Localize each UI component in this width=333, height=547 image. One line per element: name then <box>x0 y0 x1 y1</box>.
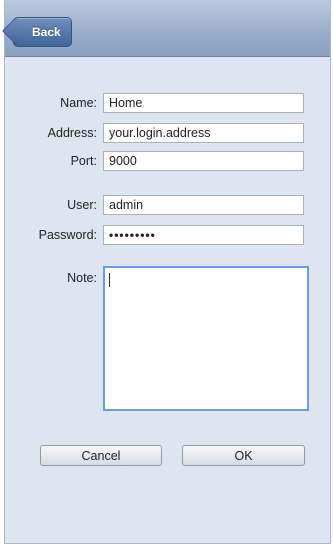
user-label: User: <box>67 198 97 212</box>
note-textarea[interactable] <box>103 266 309 411</box>
note-label: Note: <box>67 271 97 285</box>
port-field[interactable]: 9000 <box>103 151 304 171</box>
name-field[interactable]: Home <box>103 93 304 113</box>
back-button[interactable]: Back <box>13 17 72 47</box>
name-label: Name: <box>60 96 97 110</box>
ok-button[interactable]: OK <box>182 445 305 466</box>
settings-screen: Back Name: Home Address: your.login.addr… <box>4 0 331 544</box>
address-field[interactable]: your.login.address <box>103 123 304 143</box>
navigation-bar: Back <box>5 0 330 57</box>
port-label: Port: <box>70 154 97 168</box>
password-label: Password: <box>38 228 97 242</box>
back-button-label: Back <box>32 25 61 39</box>
address-label: Address: <box>47 126 97 140</box>
cancel-button-label: Cancel <box>81 448 121 463</box>
password-field[interactable]: ••••••••• <box>103 225 304 245</box>
user-field[interactable]: admin <box>103 195 304 215</box>
cancel-button[interactable]: Cancel <box>40 445 162 466</box>
ok-button-label: OK <box>234 448 253 463</box>
text-cursor <box>109 273 110 287</box>
